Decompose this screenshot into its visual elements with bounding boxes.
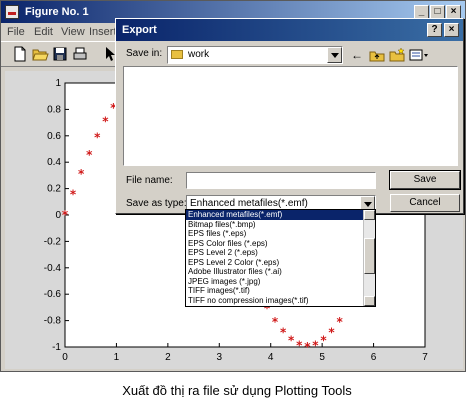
scroll-thumb[interactable] (364, 238, 375, 274)
image-caption: Xuất đồ thị ra file sử dụng Plotting Too… (122, 383, 352, 398)
new-folder-icon[interactable] (388, 46, 406, 64)
data-point-marker: * (102, 115, 109, 129)
save-button[interactable]: Save (389, 170, 461, 190)
cancel-button[interactable]: Cancel (390, 194, 460, 212)
new-file-icon[interactable] (11, 45, 29, 63)
dropdown-option[interactable]: Bitmap files(*.bmp) (186, 220, 364, 230)
figure-title: Figure No. 1 (25, 6, 89, 18)
help-button[interactable]: ? (427, 23, 442, 37)
view-menu-icon[interactable] (408, 46, 430, 64)
folder-icon (171, 50, 183, 59)
y-tick-label: -0.4 (44, 263, 62, 274)
export-dialog-title: Export (122, 24, 157, 36)
minimize-button[interactable]: _ (414, 5, 429, 19)
y-tick-label: -0.2 (44, 236, 62, 247)
data-point-marker: * (296, 338, 303, 352)
y-tick-label: -1 (52, 342, 61, 353)
menu-insert[interactable]: Insert (89, 26, 117, 38)
x-tick-label: 2 (165, 352, 171, 363)
maximize-button[interactable]: □ (430, 5, 445, 19)
y-tick-label: 0.4 (47, 157, 61, 168)
x-tick-label: 0 (62, 352, 68, 363)
file-name-input[interactable] (186, 172, 376, 189)
x-tick-label: 7 (422, 352, 428, 363)
x-tick-label: 6 (371, 352, 377, 363)
data-point-marker: * (328, 326, 335, 340)
x-tick-label: 5 (319, 352, 325, 363)
menu-view[interactable]: View (61, 26, 85, 38)
save-in-label: Save in: (126, 48, 163, 59)
y-tick-label: 0.2 (47, 184, 61, 195)
dropdown-option[interactable]: EPS Level 2 Color (*.eps) (186, 258, 364, 268)
data-point-marker: * (320, 334, 327, 348)
scroll-up-button[interactable] (364, 210, 375, 220)
data-point-marker: * (304, 340, 311, 354)
data-point-marker: * (312, 338, 319, 352)
file-name-label: File name: (126, 175, 173, 186)
data-point-marker: * (70, 187, 77, 201)
dropdown-option[interactable]: TIFF images(*.tif) (186, 286, 364, 296)
data-point-marker: * (336, 315, 343, 329)
scroll-down-button[interactable] (364, 296, 375, 306)
back-arrow-icon[interactable]: ← (348, 46, 366, 64)
print-icon[interactable] (71, 45, 89, 63)
x-tick-label: 3 (217, 352, 223, 363)
menu-file[interactable]: File (7, 26, 25, 38)
dropdown-option[interactable]: EPS Color files (*.eps) (186, 239, 364, 249)
data-point-marker: * (78, 167, 85, 181)
dropdown-option[interactable]: Enhanced metafiles(*.emf) (186, 210, 364, 220)
y-tick-label: 1 (55, 78, 61, 89)
y-tick-label: -0.8 (44, 316, 62, 327)
save-disk-icon[interactable] (51, 45, 69, 63)
data-point-marker: * (280, 326, 287, 340)
y-tick-label: 0.6 (47, 131, 61, 142)
save-as-type-value: Enhanced metafiles(*.emf) (190, 198, 308, 209)
save-in-combobox[interactable]: work (167, 46, 343, 64)
save-in-value: work (188, 49, 210, 60)
data-point-marker: * (94, 130, 101, 144)
export-dialog: Export ? × Save in: work ← File name: Sa… (115, 18, 464, 214)
up-folder-icon[interactable] (368, 46, 386, 64)
data-point-marker: * (288, 334, 295, 348)
save-as-type-label: Save as type: (126, 198, 187, 209)
dropdown-option[interactable]: TIFF no compression images(*.tif) (186, 296, 364, 306)
dialog-close-button[interactable]: × (444, 23, 459, 37)
x-tick-label: 1 (114, 352, 120, 363)
dropdown-option[interactable]: EPS files (*.eps) (186, 229, 364, 239)
dropdown-option[interactable]: JPEG images (*.jpg) (186, 277, 364, 287)
file-type-dropdown-list[interactable]: Enhanced metafiles(*.emf) Bitmap files(*.… (185, 209, 376, 307)
open-folder-icon[interactable] (31, 45, 49, 63)
dropdown-scrollbar[interactable] (363, 210, 375, 306)
y-tick-label: -0.6 (44, 289, 62, 300)
y-tick-label: 0.8 (47, 104, 61, 115)
menu-edit[interactable]: Edit (34, 26, 53, 38)
x-tick-label: 4 (268, 352, 274, 363)
data-point-marker: * (62, 208, 69, 222)
dropdown-option[interactable]: EPS Level 2 (*.eps) (186, 248, 364, 258)
data-point-marker: * (86, 148, 93, 162)
file-list-view[interactable] (123, 66, 458, 166)
close-button[interactable]: × (446, 5, 461, 19)
chevron-down-icon[interactable] (327, 47, 342, 63)
y-tick-label: 0 (55, 210, 61, 221)
export-dialog-title-bar: Export ? × (116, 19, 463, 41)
dropdown-option[interactable]: Adobe Illustrator files (*.ai) (186, 267, 364, 277)
matlab-figure-icon (5, 5, 19, 19)
data-point-marker: * (272, 315, 279, 329)
